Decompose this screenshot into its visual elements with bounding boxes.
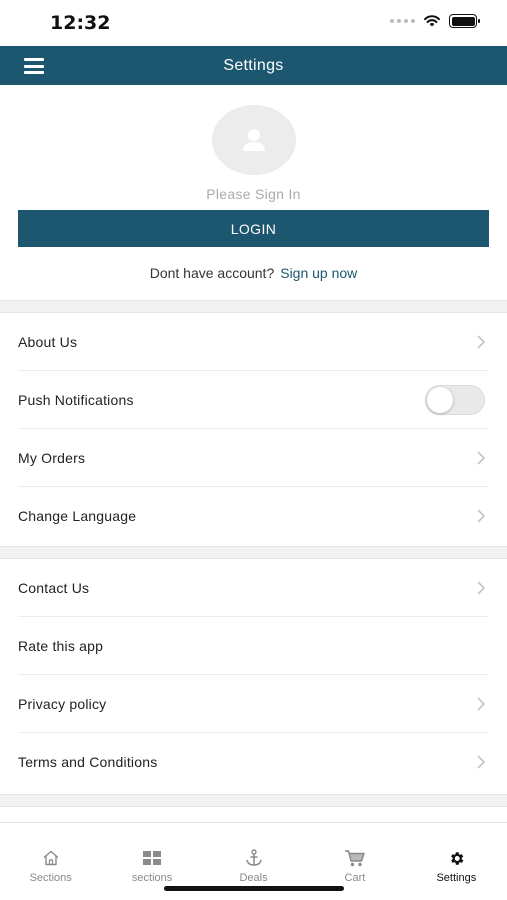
anchor-icon [244,849,264,867]
wifi-icon [424,15,440,27]
row-label: Privacy policy [18,695,107,712]
tab-settings[interactable]: Settings [406,823,507,900]
sign-in-text: Please Sign In [206,186,301,202]
hamburger-menu-icon[interactable] [24,58,44,74]
toggle-knob [427,387,453,413]
tab-label: sections [131,872,173,884]
row-label: Contact Us [18,579,90,596]
row-about-us[interactable]: About Us [18,313,489,371]
avatar [212,105,296,175]
row-label: My Orders [18,449,86,466]
chevron-right-icon [477,697,485,711]
gear-icon [446,849,466,867]
section-divider [0,300,507,313]
row-push-notifications: Push Notifications [18,371,489,429]
signal-icon [390,19,415,23]
chevron-right-icon [477,755,485,769]
chevron-right-icon [477,509,485,523]
row-my-orders[interactable]: My Orders [18,429,489,487]
row-change-language[interactable]: Change Language [18,487,489,545]
row-contact-us[interactable]: Contact Us [18,559,489,617]
settings-section-info: Contact Us Rate this app Privacy policy … [0,559,507,791]
row-label: About Us [18,333,78,350]
section-divider [0,546,507,559]
grid-icon [142,849,162,867]
signup-row: Dont have account? Sign up now [0,265,507,281]
signup-prompt: Dont have account? [149,265,275,281]
home-indicator [164,886,344,891]
settings-section-general: About Us Push Notifications My Orders Ch… [0,313,507,545]
status-bar: 12:32 [0,0,507,46]
row-label: Push Notifications [18,391,134,408]
signup-link[interactable]: Sign up now [280,265,357,281]
row-label: Terms and Conditions [18,754,158,770]
chevron-right-icon [477,581,485,595]
battery-icon [449,14,480,28]
row-label: Rate this app [18,637,104,654]
row-terms-conditions[interactable]: Terms and Conditions [18,733,489,791]
section-divider [0,794,507,807]
chevron-right-icon [477,335,485,349]
login-button[interactable]: LOGIN [18,210,489,247]
status-time: 12:32 [50,12,111,34]
row-label: Change Language [18,508,137,524]
page-title: Settings [223,56,284,74]
tab-label: Deals [239,872,268,884]
cart-icon [344,849,365,867]
tab-label: Settings [436,872,477,884]
user-icon [243,129,265,151]
tab-label: Cart [344,872,366,884]
header: Settings [0,46,507,85]
profile-panel: Please Sign In LOGIN Dont have account? S… [0,85,507,300]
push-notifications-toggle[interactable] [425,385,485,415]
status-icons [390,14,480,28]
row-rate-app[interactable]: Rate this app [18,617,489,675]
chevron-right-icon [477,451,485,465]
home-icon [41,849,61,867]
tab-label: Sections [29,872,72,884]
tab-sections[interactable]: Sections [0,823,101,900]
row-privacy-policy[interactable]: Privacy policy [18,675,489,733]
